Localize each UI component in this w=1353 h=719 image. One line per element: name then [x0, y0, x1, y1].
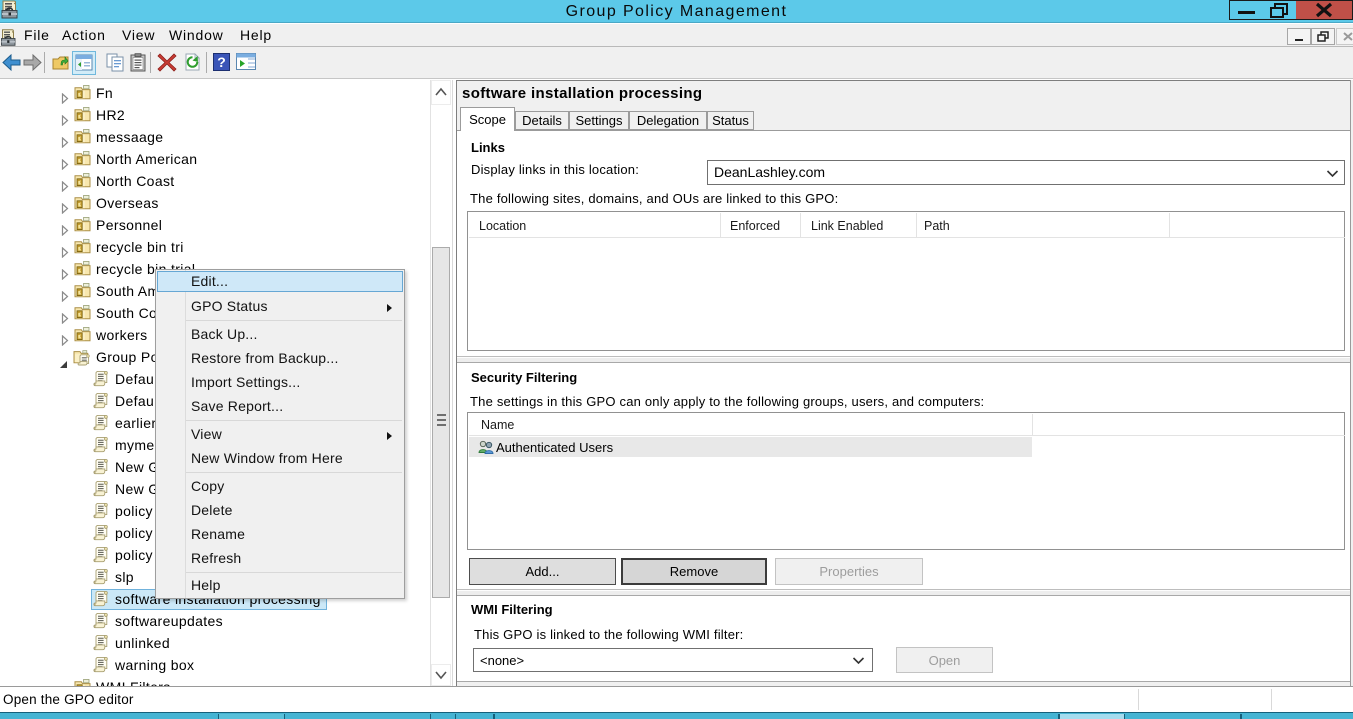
svg-text:?: ? — [217, 54, 226, 70]
